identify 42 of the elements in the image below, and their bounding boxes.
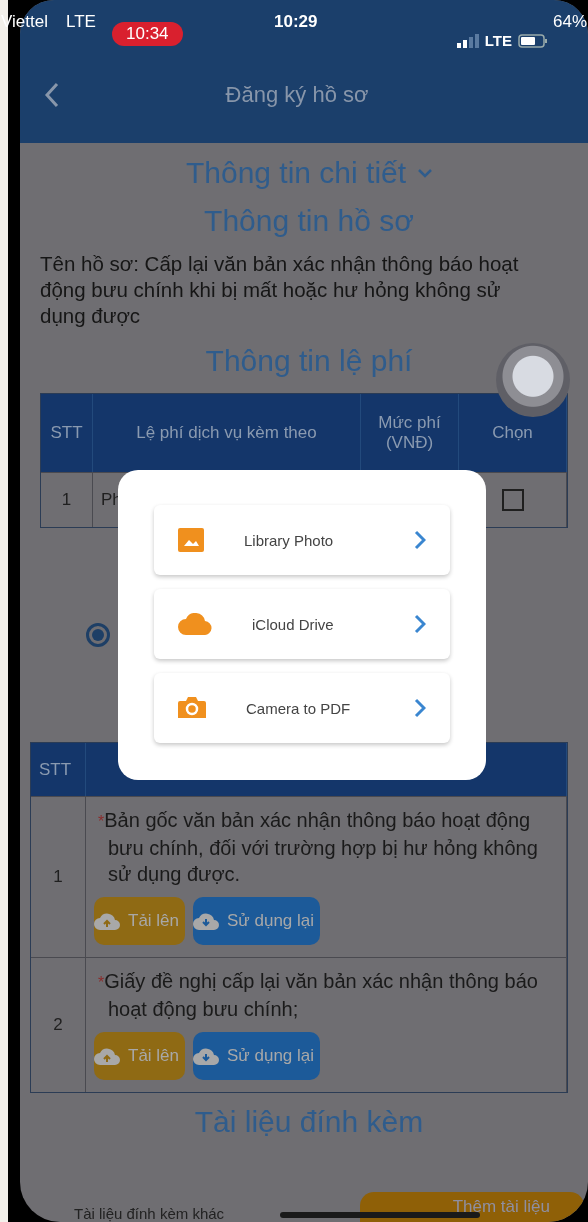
reuse-button[interactable]: Sử dụng lại: [193, 897, 321, 945]
chevron-right-icon: [414, 614, 426, 634]
back-icon[interactable]: [44, 81, 60, 108]
table-cell: 1: [41, 472, 93, 527]
cloud-upload-icon: [94, 1047, 120, 1065]
reuse-button[interactable]: Sử dụng lại: [193, 1032, 321, 1080]
recording-time-pill: 10:34: [112, 22, 183, 46]
upload-button[interactable]: Tải lên: [94, 897, 186, 945]
column-header: Lệ phí dịch vụ kèm theo: [93, 394, 361, 472]
section-title: Thông tin lệ phí: [205, 344, 413, 378]
radio-button[interactable]: [86, 623, 110, 647]
signal-icon: [456, 33, 479, 48]
column-header: Mức phí (VNĐ): [361, 394, 459, 472]
picker-option[interactable]: iCloud Drive: [154, 589, 450, 659]
picker-option[interactable]: Library Photo: [154, 505, 450, 575]
upload-button[interactable]: Tải lên: [94, 1032, 186, 1080]
column-header: STT: [41, 394, 93, 472]
cloud-download-icon: [193, 1047, 220, 1065]
chevron-right-icon: [414, 698, 426, 718]
battery-percent: 64%: [552, 12, 587, 32]
image-icon: [178, 528, 204, 552]
network-label: LTE: [66, 12, 96, 32]
section-title: Thông tin hồ sơ: [204, 204, 414, 238]
chevron-right-icon: [414, 530, 426, 550]
clock: 10:29: [274, 12, 318, 32]
camera-icon: [178, 696, 206, 720]
column-header: STT: [31, 743, 86, 796]
screen-title: Đăng ký hồ sơ: [224, 81, 370, 108]
checkbox[interactable]: [501, 489, 524, 511]
document-name: *Bản gốc văn bản xác nhận thông báo hoạt động bưu chính, đối với trường hợp bị hư hỏng không sử dụng được.: [97, 808, 539, 887]
table-cell: 2: [31, 957, 86, 1092]
other-attachments-label: Tài liệu đính kèm khác: [74, 1205, 225, 1222]
battery-icon: [518, 33, 548, 48]
cloud-icon: [178, 613, 212, 635]
document-name: *Giấy đề nghị cấp lại văn bản xác nhận thông báo hoạt động bưu chính;: [97, 969, 539, 1022]
picker-option[interactable]: Camera to PDF: [154, 673, 450, 743]
cloud-upload-icon: [94, 912, 120, 930]
profile-description: Tên hồ sơ: Cấp lại văn bản xác nhận thông báo hoạt động bưu chính khi bị mất hoặc hư hỏng không sử dụng được: [40, 251, 520, 329]
cloud-download-icon: [193, 912, 220, 930]
section-title: Tài liệu đính kèm: [194, 1105, 424, 1139]
table-cell: 1: [31, 796, 86, 957]
network-label: LTE: [484, 32, 512, 49]
